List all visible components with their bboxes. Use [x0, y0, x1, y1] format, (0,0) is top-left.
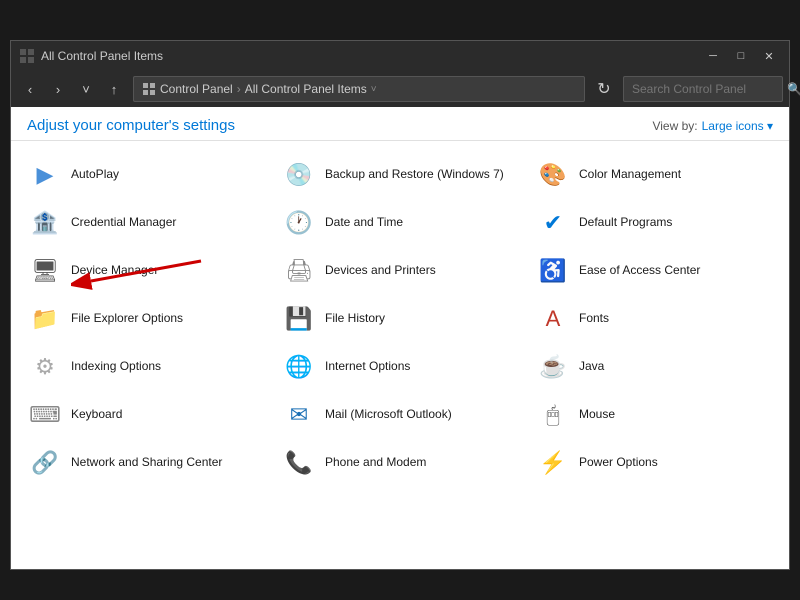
back-button[interactable]: ‹: [17, 76, 43, 102]
grid-item-mouse[interactable]: 🖱 Mouse: [527, 391, 781, 439]
item-icon: A: [537, 303, 569, 335]
window-controls: ─ □ ✕: [701, 46, 781, 66]
item-icon: 🕐: [283, 207, 315, 239]
item-label: Mail (Microsoft Outlook): [325, 407, 452, 423]
item-icon: 🎨: [537, 159, 569, 191]
item-label: Backup and Restore (Windows 7): [325, 167, 504, 183]
item-icon: 💾: [283, 303, 315, 335]
item-icon: ✔: [537, 207, 569, 239]
address-sep1: ›: [237, 82, 241, 96]
item-label: AutoPlay: [71, 167, 119, 183]
grid-item-file-history[interactable]: 💾 File History: [273, 295, 527, 343]
item-label: Default Programs: [579, 215, 672, 231]
item-icon: 🖱: [537, 399, 569, 431]
up-button[interactable]: ↑: [101, 76, 127, 102]
items-grid: ▶ AutoPlay 💿 Backup and Restore (Windows 7)…: [11, 141, 789, 497]
grid-item-keyboard[interactable]: ⌨ Keyboard: [19, 391, 273, 439]
grid-item-devices-and-printers[interactable]: 🖨 Devices and Printers: [273, 247, 527, 295]
item-label: Mouse: [579, 407, 615, 423]
grid-item-color-management[interactable]: 🎨 Color Management: [527, 151, 781, 199]
item-label: Network and Sharing Center: [71, 455, 222, 471]
grid-item-autoplay[interactable]: ▶ AutoPlay: [19, 151, 273, 199]
view-by-value[interactable]: Large icons ▾: [702, 119, 773, 133]
item-icon: ✉: [283, 399, 315, 431]
item-icon: ⌨: [29, 399, 61, 431]
item-label: Device Manager: [71, 263, 158, 279]
item-icon: 💿: [283, 159, 315, 191]
item-label: Phone and Modem: [325, 455, 426, 471]
item-label: Keyboard: [71, 407, 122, 423]
item-label: Credential Manager: [71, 215, 176, 231]
view-by-control: View by: Large icons ▾: [652, 119, 773, 133]
item-icon: 🔗: [29, 447, 61, 479]
item-icon: ⚡: [537, 447, 569, 479]
content-area: Adjust your computer's settings View by:…: [11, 107, 789, 569]
window-title: All Control Panel Items: [41, 49, 701, 63]
item-icon: 📁: [29, 303, 61, 335]
close-button[interactable]: ✕: [757, 46, 781, 66]
grid-item-power-options[interactable]: ⚡ Power Options: [527, 439, 781, 487]
page-title: Adjust your computer's settings: [27, 117, 235, 134]
grid-item-java[interactable]: ☕ Java: [527, 343, 781, 391]
item-label: Power Options: [579, 455, 658, 471]
address-part2: All Control Panel Items: [245, 82, 367, 96]
item-label: File Explorer Options: [71, 311, 183, 327]
item-icon: 📞: [283, 447, 315, 479]
title-bar: All Control Panel Items ─ □ ✕: [11, 41, 789, 71]
search-box[interactable]: 🔍: [623, 76, 783, 102]
item-icon: 🌐: [283, 351, 315, 383]
grid-item-fonts[interactable]: A Fonts: [527, 295, 781, 343]
grid-item-file-explorer-options[interactable]: 📁 File Explorer Options: [19, 295, 273, 343]
refresh-button[interactable]: ↻: [591, 76, 617, 102]
item-label: Indexing Options: [71, 359, 161, 375]
grid-item-ease-of-access-center[interactable]: ♿ Ease of Access Center: [527, 247, 781, 295]
forward-button[interactable]: ›: [45, 76, 71, 102]
recent-button[interactable]: ˅: [73, 76, 99, 102]
address-icon: [142, 82, 156, 96]
address-part1: Control Panel: [160, 82, 233, 96]
item-icon: ▶: [29, 159, 61, 191]
grid-item-indexing-options[interactable]: ⚙ Indexing Options: [19, 343, 273, 391]
minimize-button[interactable]: ─: [701, 46, 725, 66]
grid-item-default-programs[interactable]: ✔ Default Programs: [527, 199, 781, 247]
item-label: Fonts: [579, 311, 609, 327]
grid-item-device-manager[interactable]: 🖥 Device Manager: [19, 247, 273, 295]
view-by-label: View by:: [652, 119, 697, 133]
maximize-button[interactable]: □: [729, 46, 753, 66]
item-icon: 🖨: [283, 255, 315, 287]
item-icon: ⚙: [29, 351, 61, 383]
grid-item-date-and-time[interactable]: 🕐 Date and Time: [273, 199, 527, 247]
search-icon: 🔍: [787, 82, 800, 96]
item-label: Date and Time: [325, 215, 403, 231]
item-label: Java: [579, 359, 604, 375]
item-icon: 🏦: [29, 207, 61, 239]
item-label: Devices and Printers: [325, 263, 436, 279]
grid-item-credential-manager[interactable]: 🏦 Credential Manager: [19, 199, 273, 247]
navigation-bar: ‹ › ˅ ↑ Control Panel › All Control Pane…: [11, 71, 789, 107]
grid-item-mail-microsoft-outlook[interactable]: ✉ Mail (Microsoft Outlook): [273, 391, 527, 439]
grid-item-phone-and-modem[interactable]: 📞 Phone and Modem: [273, 439, 527, 487]
grid-item-backup-and-restore-windows-7[interactable]: 💿 Backup and Restore (Windows 7): [273, 151, 527, 199]
address-bar[interactable]: Control Panel › All Control Panel Items …: [133, 76, 585, 102]
item-label: File History: [325, 311, 385, 327]
grid-item-network-and-sharing-center[interactable]: 🔗 Network and Sharing Center: [19, 439, 273, 487]
address-dropdown-icon[interactable]: ˅: [371, 84, 377, 95]
content-header: Adjust your computer's settings View by:…: [11, 107, 789, 141]
item-label: Internet Options: [325, 359, 410, 375]
search-input[interactable]: [632, 82, 787, 96]
item-icon: ☕: [537, 351, 569, 383]
grid-item-internet-options[interactable]: 🌐 Internet Options: [273, 343, 527, 391]
item-icon: 🖥: [29, 255, 61, 287]
item-icon: ♿: [537, 255, 569, 287]
window-icon: [19, 48, 35, 64]
item-label: Ease of Access Center: [579, 263, 700, 279]
item-label: Color Management: [579, 167, 681, 183]
